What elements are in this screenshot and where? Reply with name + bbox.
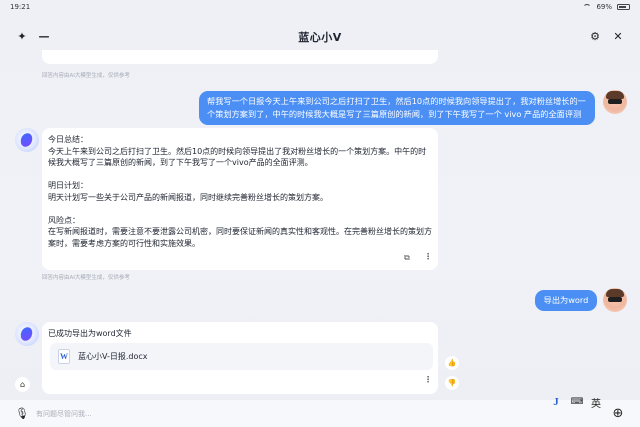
user-avatar-2 [603, 288, 627, 312]
summary-title: 今日总结： [48, 135, 88, 144]
assistant-message-card-2: 已成功导出为word文件 W 蓝心小V-日报.docx ⋮ [42, 322, 438, 394]
battery-icon [617, 4, 630, 10]
summary-body: 今天上午来到公司之后打扫了卫生。然后10点的时候向领导提出了我对粉丝增长的一个策… [48, 146, 427, 168]
new-chat-icon[interactable]: ⌂ [15, 377, 30, 392]
status-bar: 19:21 69% [0, 0, 640, 14]
add-icon[interactable]: ⊕ [610, 405, 626, 421]
translate-icon[interactable]: J [548, 394, 564, 410]
plan-title: 明日计划： [48, 181, 88, 190]
copy-icon[interactable]: ⧉ [404, 253, 410, 263]
message-input[interactable]: 有问题尽管问我... [36, 406, 576, 421]
previous-message-card [42, 50, 438, 64]
assistant-avatar-2 [15, 322, 39, 346]
thumb-down-icon[interactable]: 👎 [445, 376, 459, 390]
ai-disclaimer-2: 回答内容由AI大模型生成，仅供参考 [42, 275, 130, 281]
user-message-bubble: 帮我写一个日报今天上午来到公司之后打扫了卫生，然后10点的时候我向领导提出了，我… [199, 91, 595, 125]
more-icon[interactable]: ⋮ [424, 252, 432, 261]
assistant-message-card: 今日总结： 今天上午来到公司之后打扫了卫生。然后10点的时候向领导提出了我对粉丝… [42, 128, 438, 270]
input-bar: 🎙 有问题尽管问我... J ⌨ 英 ⊕ [0, 396, 640, 427]
word-file-icon: W [58, 349, 70, 364]
report-text: 今日总结： 今天上午来到公司之后打扫了卫生。然后10点的时候向领导提出了我对粉丝… [48, 134, 432, 249]
wifi-icon [583, 4, 592, 10]
user-message-bubble-2: 导出为word [535, 290, 597, 311]
ai-disclaimer: 回答内容由AI大模型生成，仅供参考 [42, 73, 130, 79]
file-name: 蓝心小V-日报.docx [78, 352, 148, 361]
status-indicators: 69% [583, 3, 630, 11]
more-icon-2[interactable]: ⋮ [424, 375, 432, 384]
page-title: 蓝心小V [298, 31, 342, 44]
battery-percent: 69% [596, 3, 612, 11]
microphone-icon[interactable]: 🎙 [14, 405, 30, 421]
plan-body: 明天计划写一些关于公司产品的新闻报道，同时继续完善粉丝增长的策划方案。 [48, 192, 328, 202]
keyboard-icon[interactable]: ⌨ [569, 394, 585, 410]
language-toggle[interactable]: 英 [588, 394, 604, 410]
close-icon[interactable]: ✕ [610, 28, 626, 44]
header-bar: ✦ — 蓝心小V ⚙ ✕ [0, 24, 640, 48]
thumb-up-icon[interactable]: 👍 [445, 356, 459, 370]
assistant-avatar [15, 128, 39, 152]
risk-title: 风险点： [48, 215, 80, 225]
export-success-text: 已成功导出为word文件 [48, 329, 132, 338]
status-time: 19:21 [10, 3, 31, 11]
risk-body: 在写新闻报道时，需要注意不要泄露公司机密，同时要保证新闻的真实性和客观性。在完善… [48, 227, 432, 248]
file-attachment[interactable]: W 蓝心小V-日报.docx [50, 343, 433, 370]
settings-icon[interactable]: ⚙ [587, 28, 603, 44]
user-avatar [603, 90, 627, 114]
